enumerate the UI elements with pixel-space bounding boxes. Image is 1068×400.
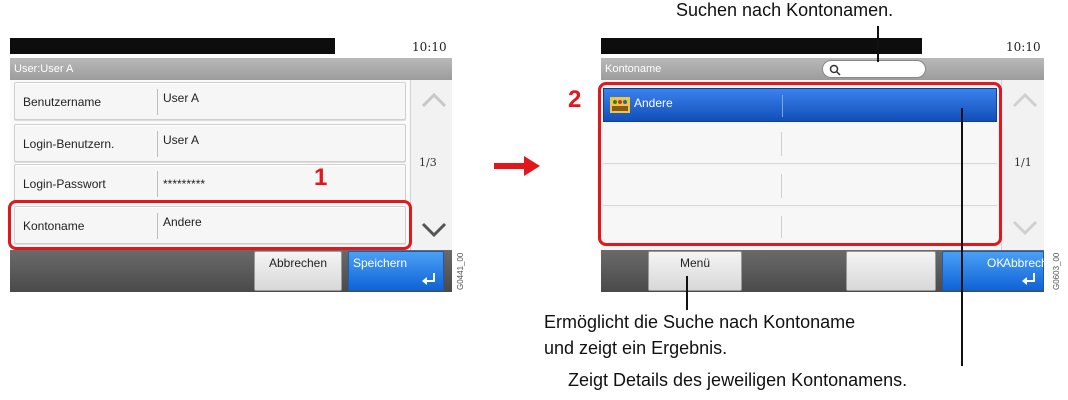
ok-cancel-button[interactable]: OK Abbreche bbox=[942, 251, 1054, 291]
highlight-account-list bbox=[598, 82, 1002, 246]
chevron-up-icon bbox=[421, 92, 447, 108]
row-login-benutzername[interactable]: Login-Benutzern. User A bbox=[14, 124, 406, 162]
step-marker-2: 2 bbox=[568, 86, 582, 113]
cancel-button[interactable]: Abbrechen bbox=[254, 251, 342, 291]
step-marker-1: 1 bbox=[314, 164, 328, 191]
row-divider bbox=[157, 131, 158, 157]
abbrechen-label: Abbreche bbox=[1003, 256, 1055, 270]
row-login-passwort[interactable]: Login-Passwort ********* bbox=[14, 164, 406, 202]
save-button[interactable]: Speichern bbox=[348, 251, 444, 291]
enter-icon bbox=[1022, 273, 1035, 285]
callout-search: Suchen nach Kontonamen. bbox=[676, 0, 894, 20]
right-clock: 10:10 bbox=[1006, 40, 1041, 54]
enter-icon bbox=[422, 273, 435, 285]
highlight-kontoname bbox=[8, 200, 412, 250]
right-status-bar bbox=[601, 38, 922, 54]
callout-details: Zeigt Details des jeweiligen Kontonamens… bbox=[568, 370, 908, 390]
row-value: User A bbox=[163, 91, 200, 105]
row-value: User A bbox=[163, 133, 200, 147]
save-button-label: Speichern bbox=[353, 256, 408, 270]
row-label: Login-Benutzern. bbox=[23, 137, 115, 151]
row-value: ********* bbox=[163, 177, 206, 191]
search-input[interactable] bbox=[822, 60, 926, 78]
left-scroll-column: 1/3 bbox=[410, 80, 452, 252]
callout-line-menu bbox=[686, 276, 688, 310]
row-divider bbox=[157, 89, 158, 115]
scroll-up-button[interactable] bbox=[417, 84, 451, 118]
scroll-down-button[interactable] bbox=[1008, 210, 1042, 244]
blank-button[interactable] bbox=[846, 251, 936, 291]
chevron-down-icon bbox=[421, 222, 447, 238]
right-page-indicator: 1/1 bbox=[1014, 156, 1032, 169]
row-label: Benutzername bbox=[23, 95, 102, 109]
left-clock: 10:10 bbox=[412, 40, 447, 54]
right-title: Kontoname bbox=[605, 63, 662, 75]
left-title-bar: User:User A bbox=[10, 58, 452, 80]
left-status-bar bbox=[10, 38, 335, 54]
scroll-up-button[interactable] bbox=[1008, 84, 1042, 118]
row-divider bbox=[157, 171, 158, 197]
search-icon bbox=[829, 64, 841, 76]
callout-line-search bbox=[877, 26, 879, 62]
left-page-indicator: 1/3 bbox=[419, 156, 437, 169]
cancel-button-label: Abbrechen bbox=[268, 256, 328, 270]
chevron-down-icon bbox=[1012, 220, 1038, 236]
callout-menu-line2: und zeigt ein Ergebnis. bbox=[544, 338, 728, 358]
chevron-up-icon bbox=[1012, 92, 1038, 108]
callout-line-details bbox=[961, 108, 963, 366]
menu-button[interactable]: Menü bbox=[648, 251, 742, 291]
row-label: Login-Passwort bbox=[23, 177, 106, 191]
left-title: User:User A bbox=[14, 63, 74, 75]
arrow-right-icon bbox=[494, 156, 540, 176]
scroll-down-button[interactable] bbox=[417, 212, 451, 246]
ok-label: OK bbox=[987, 256, 1005, 270]
right-scroll-column: 1/1 bbox=[1001, 80, 1044, 250]
callout-menu-line1: Ermöglicht die Suche nach Kontoname bbox=[544, 312, 856, 332]
right-image-id: G0603_00 bbox=[1052, 252, 1061, 290]
row-benutzername[interactable]: Benutzername User A bbox=[14, 82, 406, 120]
menu-button-label: Menü bbox=[679, 256, 711, 270]
left-image-id: G0441_00 bbox=[456, 252, 465, 290]
